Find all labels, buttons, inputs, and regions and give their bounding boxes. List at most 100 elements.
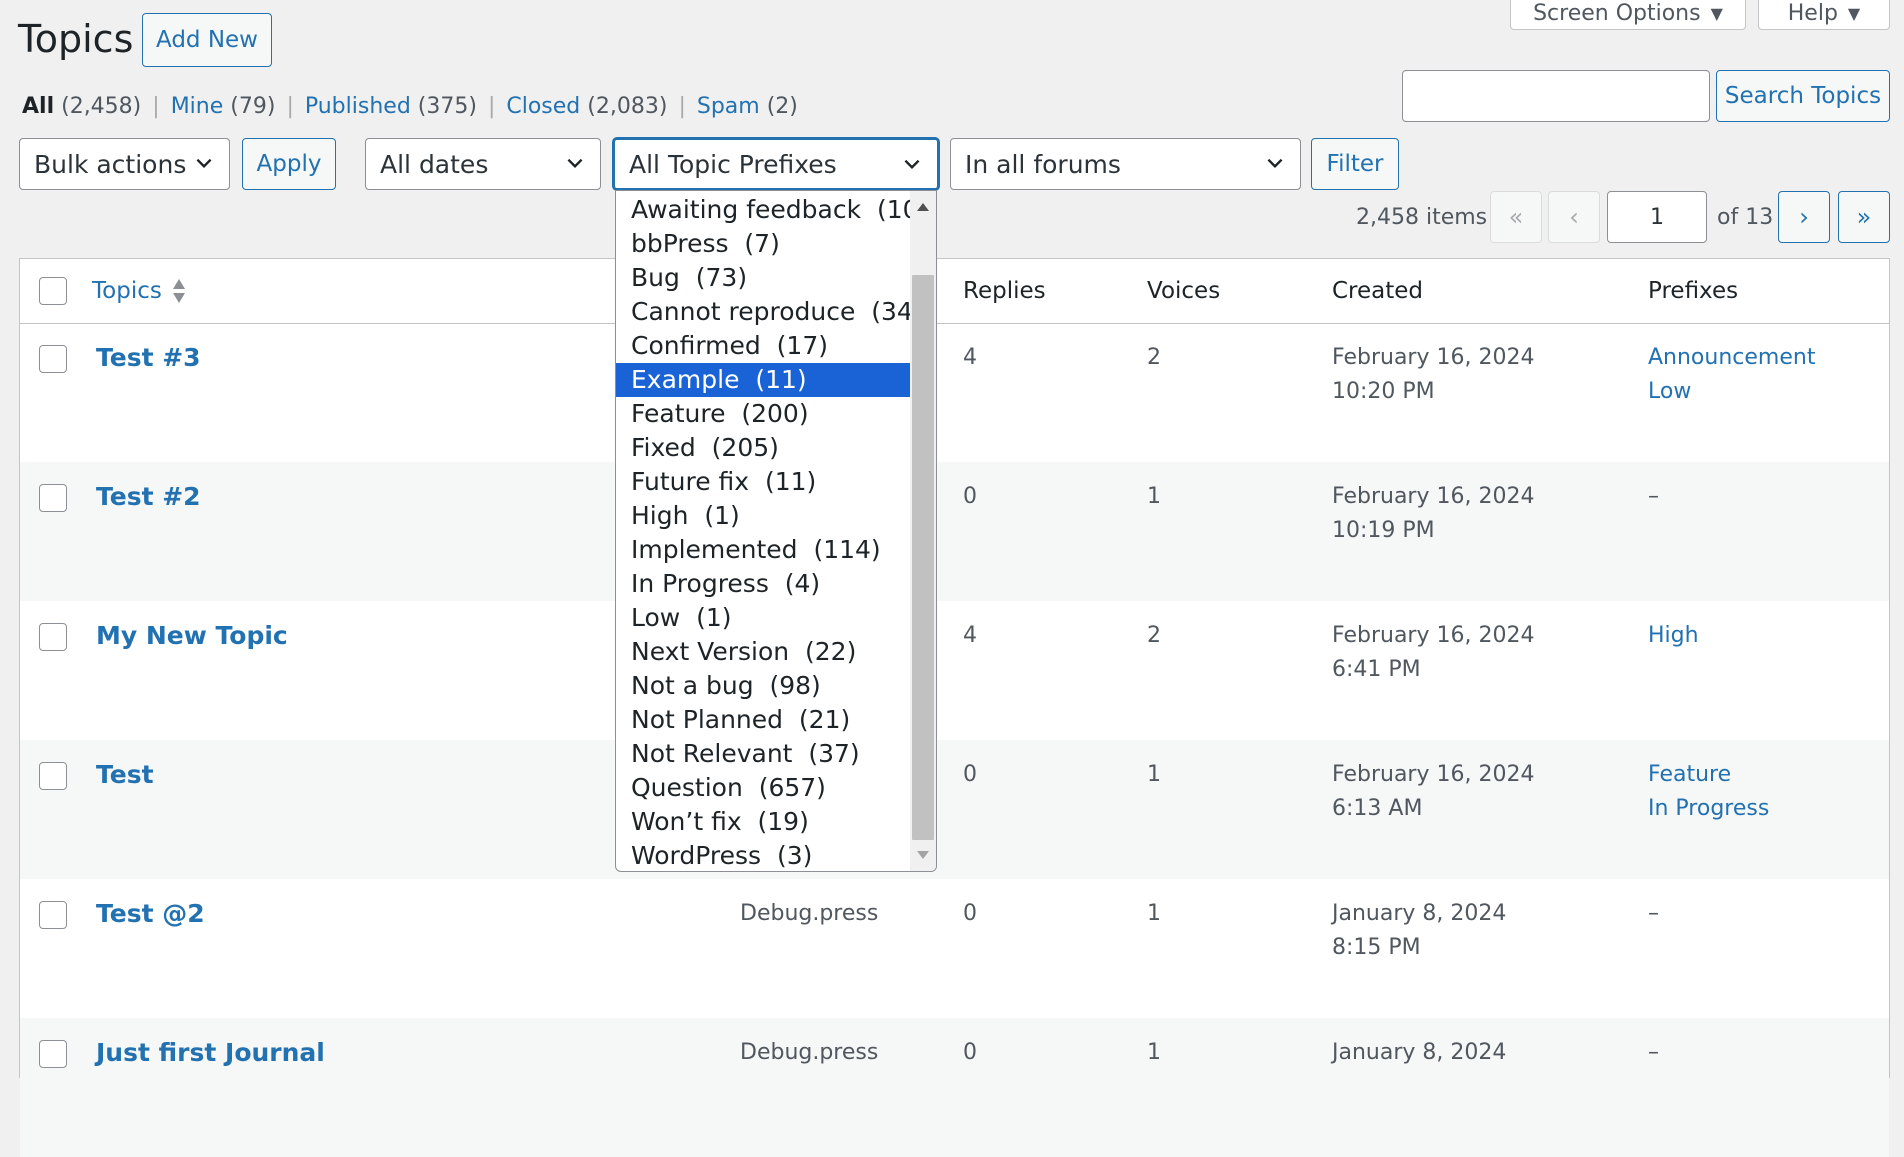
topic-title-link[interactable]: Test #3 — [96, 341, 201, 375]
column-topics[interactable]: Topics — [92, 277, 186, 305]
topic-replies: 4 — [963, 623, 977, 648]
bulk-actions-select[interactable]: Bulk actions — [19, 138, 230, 190]
topic-created: January 8, 2024 8:15 PM — [1332, 901, 1507, 960]
topic-prefix-select[interactable]: All Topic Prefixes — [613, 138, 939, 190]
apply-button[interactable]: Apply — [242, 138, 336, 190]
last-page-button[interactable]: » — [1838, 191, 1890, 243]
scrollbar-thumb[interactable] — [912, 275, 934, 840]
table-row: Test @2 Debug.press 0 1 January 8, 2024 8… — [20, 879, 1889, 1018]
row-checkbox[interactable] — [39, 345, 67, 373]
topic-voices: 1 — [1147, 1040, 1161, 1065]
prefix-option[interactable]: bbPress (7) — [616, 227, 910, 261]
prefix-option[interactable]: Cannot reproduce (34) — [616, 295, 923, 329]
scroll-down-icon[interactable] — [917, 851, 929, 859]
page-title: Topics — [18, 17, 134, 61]
prefix-option[interactable]: Bug (73) — [616, 261, 910, 295]
topic-title-link[interactable]: My New Topic — [96, 619, 288, 653]
prev-page-button: ‹ — [1548, 191, 1600, 243]
next-page-button[interactable]: › — [1778, 191, 1830, 243]
scroll-up-icon[interactable] — [917, 203, 929, 211]
topic-replies: 0 — [963, 762, 977, 787]
topic-prefix-dropdown-list: Awaiting feedback (107) bbPress (7) Bug … — [615, 190, 937, 872]
prefix-option[interactable]: Next Version (22) — [616, 635, 910, 669]
prefix-link[interactable]: Low — [1648, 375, 1815, 409]
current-page-input[interactable]: 1 — [1607, 191, 1707, 243]
forums-select[interactable]: In all forums — [950, 138, 1301, 190]
row-checkbox[interactable] — [39, 762, 67, 790]
prefix-option[interactable]: Not a bug (98) — [616, 669, 910, 703]
topic-prefix-value: All Topic Prefixes — [629, 149, 837, 179]
prefix-option[interactable]: Feature (200) — [616, 397, 910, 431]
prefix-option[interactable]: Fixed (205) — [616, 431, 910, 465]
prefix-option-selected[interactable]: Example (11) — [616, 363, 910, 397]
prefix-option[interactable]: WordPress (3) — [616, 839, 910, 871]
row-checkbox[interactable] — [39, 901, 67, 929]
prefix-option[interactable]: Not Relevant (37) — [616, 737, 910, 771]
view-all[interactable]: All (2,458) — [22, 94, 141, 119]
caret-down-icon: ▼ — [1710, 4, 1723, 23]
prefix-option[interactable]: Future fix (11) — [616, 465, 910, 499]
topics-table: Topics Replies Voices Created Prefixes T… — [19, 258, 1890, 1157]
prefix-option[interactable]: Awaiting feedback (107) — [616, 193, 936, 227]
help-button[interactable]: Help ▼ — [1758, 0, 1890, 30]
add-new-button[interactable]: Add New — [142, 13, 272, 67]
total-pages: of 13 — [1717, 205, 1774, 230]
topic-prefixes: – — [1648, 1036, 1659, 1070]
no-prefix: – — [1648, 1040, 1659, 1065]
filter-button[interactable]: Filter — [1311, 138, 1399, 190]
table-row: Just first Journal Debug.press 0 1 Janua… — [20, 1018, 1889, 1157]
prefix-option[interactable]: Won’t fix (19) — [616, 805, 910, 839]
prefix-option[interactable]: Question (657) — [616, 771, 910, 805]
topic-replies: 4 — [963, 345, 977, 370]
search-input[interactable] — [1402, 70, 1710, 122]
topic-replies: 0 — [963, 484, 977, 509]
search-topics-button[interactable]: Search Topics — [1716, 70, 1890, 122]
prefix-option[interactable]: Implemented (114) — [616, 533, 910, 567]
dates-value: All dates — [380, 149, 489, 179]
topic-replies: 0 — [963, 1040, 977, 1065]
topic-title-link[interactable]: Test — [96, 758, 154, 792]
sort-icon — [172, 279, 185, 303]
row-checkbox[interactable] — [39, 484, 67, 512]
topic-prefixes: Feature In Progress — [1648, 758, 1769, 826]
screen-options-button[interactable]: Screen Options ▼ — [1510, 0, 1746, 30]
prefix-option[interactable]: Not Planned (21) — [616, 703, 910, 737]
topic-title-link[interactable]: Just first Journal — [96, 1036, 325, 1070]
table-row: Test #2 0 1 February 16, 2024 10:19 PM – — [20, 462, 1889, 601]
prefix-link[interactable]: High — [1648, 619, 1699, 653]
forums-value: In all forums — [965, 149, 1121, 179]
view-spam[interactable]: Spam (2) — [697, 94, 798, 119]
prefix-option[interactable]: Low (1) — [616, 601, 910, 635]
screen-options-label: Screen Options — [1533, 1, 1701, 26]
chevron-down-icon — [1267, 158, 1283, 169]
row-checkbox[interactable] — [39, 1040, 67, 1068]
caret-down-icon: ▼ — [1847, 4, 1861, 23]
select-all-checkbox[interactable] — [39, 277, 67, 305]
separator: | — [678, 94, 686, 119]
help-label: Help — [1787, 1, 1838, 26]
topic-prefixes: High — [1648, 619, 1699, 653]
view-mine[interactable]: Mine (79) — [171, 94, 276, 119]
view-published[interactable]: Published (375) — [305, 94, 477, 119]
row-checkbox[interactable] — [39, 623, 67, 651]
column-topics-label: Topics — [92, 278, 162, 304]
chevron-down-icon — [567, 158, 583, 169]
prefix-option[interactable]: High (1) — [616, 499, 910, 533]
table-row: Test 0 1 February 16, 2024 6:13 AM Featur… — [20, 740, 1889, 879]
dates-select[interactable]: All dates — [365, 138, 601, 190]
dropdown-scrollbar[interactable] — [910, 191, 936, 871]
topic-created: February 16, 2024 10:20 PM — [1332, 345, 1535, 404]
bulk-actions-value: Bulk actions — [34, 149, 187, 179]
prefix-option[interactable]: Confirmed (17) — [616, 329, 910, 363]
topic-title-link[interactable]: Test @2 — [96, 897, 205, 931]
topic-voices: 1 — [1147, 762, 1161, 787]
prefix-option[interactable]: In Progress (4) — [616, 567, 910, 601]
topic-author: Debug.press — [740, 1040, 879, 1065]
prefix-link[interactable]: Feature — [1648, 758, 1769, 792]
view-closed[interactable]: Closed (2,083) — [506, 94, 667, 119]
prefix-link[interactable]: In Progress — [1648, 792, 1769, 826]
topic-title-link[interactable]: Test #2 — [96, 480, 201, 514]
prefix-link[interactable]: Announcement — [1648, 341, 1815, 375]
column-created: Created — [1332, 278, 1424, 304]
topic-voices: 2 — [1147, 623, 1161, 648]
